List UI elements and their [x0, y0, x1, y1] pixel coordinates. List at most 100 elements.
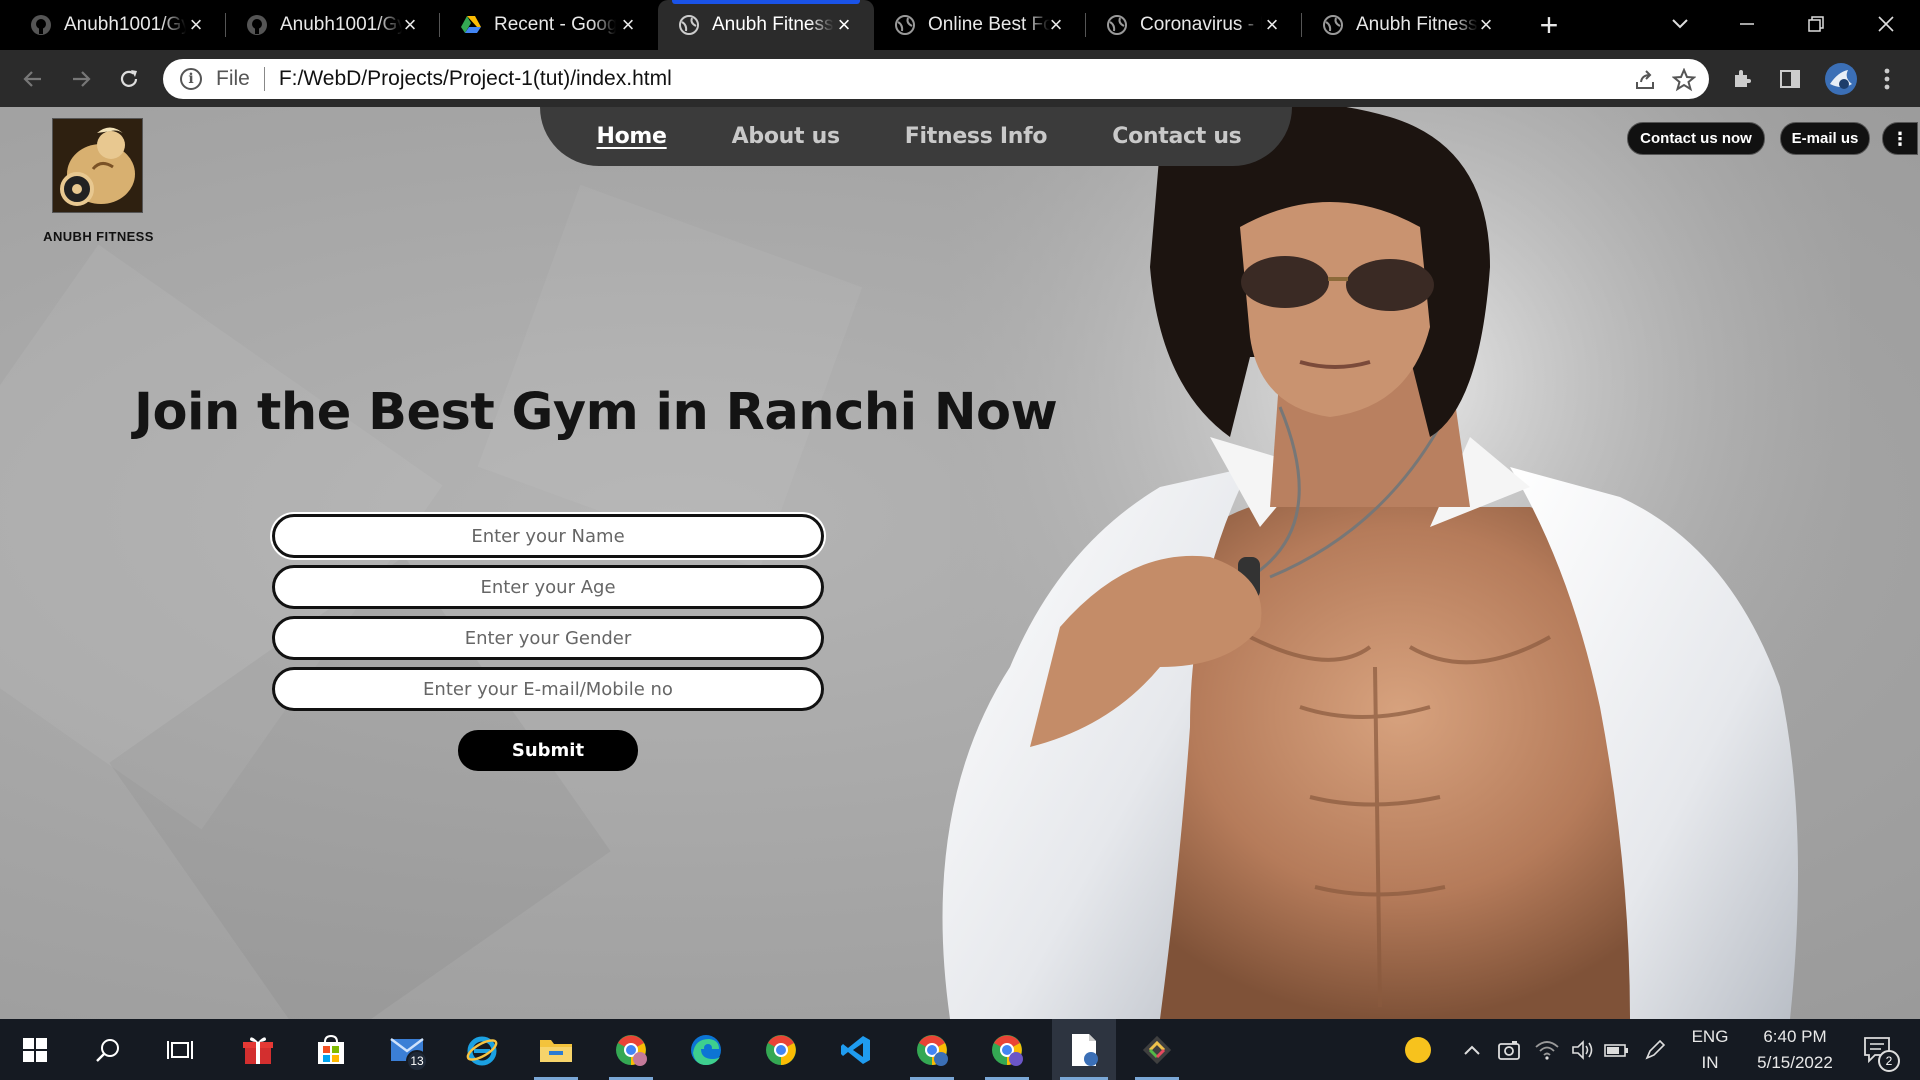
close-icon[interactable]: × [832, 13, 856, 37]
submit-button[interactable]: Submit [458, 730, 638, 771]
wifi-icon[interactable] [1532, 1019, 1562, 1080]
file-icon[interactable] [1052, 1019, 1116, 1080]
tab-search-button[interactable] [1660, 6, 1700, 42]
github-icon [30, 14, 52, 36]
site-logo[interactable] [52, 118, 143, 213]
close-window-button[interactable] [1866, 6, 1906, 42]
chrome-profile-icon[interactable] [601, 1019, 661, 1080]
tab-github-1[interactable]: Anubh1001/Gy × [10, 0, 226, 50]
tab-label: Recent - Googl [494, 14, 616, 35]
tab-label: Anubh Fitness [1356, 14, 1478, 35]
globe-icon [1106, 14, 1128, 36]
name-input[interactable]: Enter your Name [272, 514, 824, 558]
globe-icon [1322, 14, 1344, 36]
tab-label: Anubh1001/Gy [64, 14, 186, 35]
edge-icon[interactable] [676, 1019, 736, 1080]
share-icon[interactable] [1632, 67, 1658, 93]
clock[interactable]: 6:40 PM 5/15/2022 [1746, 1019, 1844, 1080]
git-icon[interactable] [1127, 1019, 1187, 1080]
notification-center-button[interactable]: 2 [1856, 1019, 1900, 1080]
tab-label: Anubh Fitness [712, 14, 834, 35]
browser-tab-strip: Anubh1001/Gy × Anubh1001/Gy × Recent - G… [0, 0, 1920, 50]
more-options-button[interactable]: ⋮ [1882, 122, 1918, 155]
battery-icon[interactable] [1602, 1019, 1632, 1080]
notification-badge: 2 [1878, 1050, 1900, 1072]
info-icon[interactable]: i [180, 68, 202, 90]
forward-button[interactable] [64, 62, 98, 96]
chevron-down-icon [1672, 19, 1688, 29]
age-input[interactable]: Enter your Age [272, 565, 824, 609]
tab-github-2[interactable]: Anubh1001/Gy × [226, 0, 440, 50]
vscode-icon[interactable] [826, 1019, 886, 1080]
nav-contact-us[interactable]: Contact us [1112, 124, 1242, 149]
tab-anubh-fitness-active[interactable]: Anubh Fitness × [658, 0, 874, 50]
clock-date: 5/15/2022 [1757, 1052, 1833, 1072]
globe-icon [894, 14, 916, 36]
tab-anubh-fitness-2[interactable]: Anubh Fitness × [1302, 0, 1516, 50]
hero-model-image [942, 107, 1850, 1019]
contact-us-now-button[interactable]: Contact us now [1627, 122, 1765, 155]
reload-button[interactable] [112, 62, 146, 96]
url-text[interactable]: F:/WebD/Projects/Project-1(tut)/index.ht… [279, 67, 672, 91]
close-icon[interactable]: × [184, 13, 208, 37]
tab-label: Online Best Fo [928, 14, 1050, 35]
extensions-icon[interactable] [1728, 65, 1756, 93]
new-tab-button[interactable]: + [1532, 8, 1566, 42]
minimize-icon [1740, 23, 1754, 25]
task-view-icon[interactable] [150, 1019, 210, 1080]
tab-online-best[interactable]: Online Best Fo × [874, 0, 1086, 50]
address-bar[interactable]: i File F:/WebD/Projects/Project-1(tut)/i… [163, 59, 1709, 99]
restore-icon [1808, 16, 1824, 32]
chrome-profile-icon[interactable] [977, 1019, 1037, 1080]
close-icon[interactable]: × [398, 13, 422, 37]
language-code: ENG [1691, 1026, 1729, 1046]
mail-badge: 13 [406, 1050, 428, 1072]
close-icon[interactable]: × [616, 13, 640, 37]
nav-about-us[interactable]: About us [732, 124, 840, 149]
url-scheme: File [216, 67, 250, 90]
weather-sun-icon[interactable] [1400, 1019, 1436, 1080]
start-icon[interactable] [5, 1019, 65, 1080]
web-page-viewport: ANUBH FITNESS Home About us Fitness Info… [0, 107, 1920, 1019]
internet-explorer-icon[interactable] [452, 1019, 512, 1080]
restore-button[interactable] [1796, 6, 1836, 42]
email-us-button[interactable]: E-mail us [1780, 122, 1870, 155]
mail-icon[interactable]: 13 [377, 1019, 437, 1080]
clock-time: 6:40 PM [1763, 1026, 1827, 1046]
tab-google-drive[interactable]: Recent - Googl × [440, 0, 658, 50]
side-panel-icon[interactable] [1776, 65, 1804, 93]
camera-icon[interactable] [1494, 1019, 1524, 1080]
nav-home[interactable]: Home [597, 124, 667, 149]
microsoft-store-icon[interactable] [301, 1019, 361, 1080]
tab-label: Coronavirus - I [1140, 14, 1262, 35]
gender-input[interactable]: Enter your Gender [272, 616, 824, 660]
url-divider [263, 67, 265, 91]
profile-avatar[interactable] [1824, 62, 1858, 96]
chrome-icon[interactable] [751, 1019, 811, 1080]
back-button[interactable] [16, 62, 50, 96]
bookmark-star-icon[interactable] [1671, 67, 1697, 93]
tab-coronavirus[interactable]: Coronavirus - I × [1086, 0, 1302, 50]
main-navigation: Home About us Fitness Info Contact us [540, 107, 1292, 166]
windows-taskbar: 13 ENG IN 6:40 PM 5/15/2022 2 [0, 1019, 1920, 1080]
volume-icon[interactable] [1568, 1019, 1598, 1080]
hero-headline: Join the Best Gym in Ranchi Now [134, 383, 1058, 442]
close-icon[interactable]: × [1260, 13, 1284, 37]
pen-icon[interactable] [1640, 1019, 1670, 1080]
chrome-profile-icon[interactable] [902, 1019, 962, 1080]
close-icon[interactable]: × [1474, 13, 1498, 37]
chevron-up-icon[interactable] [1458, 1019, 1486, 1080]
background-shape [477, 184, 863, 570]
email-mobile-input[interactable]: Enter your E-mail/Mobile no [272, 667, 824, 711]
nav-fitness-info[interactable]: Fitness Info [905, 124, 1048, 149]
file-explorer-icon[interactable] [526, 1019, 586, 1080]
search-icon[interactable] [78, 1019, 138, 1080]
minimize-button[interactable] [1727, 6, 1767, 42]
close-icon[interactable]: × [1044, 13, 1068, 37]
browser-toolbar: i File F:/WebD/Projects/Project-1(tut)/i… [0, 50, 1920, 107]
github-icon [246, 14, 268, 36]
region-code: IN [1701, 1052, 1719, 1072]
menu-kebab-icon[interactable] [1873, 65, 1901, 93]
language-indicator[interactable]: ENG IN [1680, 1019, 1740, 1080]
gift-icon[interactable] [228, 1019, 288, 1080]
